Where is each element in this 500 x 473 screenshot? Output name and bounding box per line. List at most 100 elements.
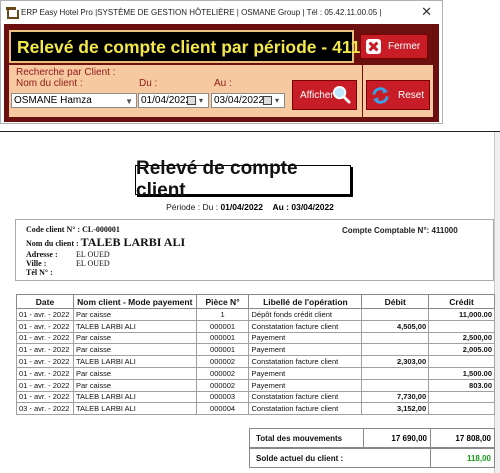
cell-credit <box>428 402 495 416</box>
cell-piece: 000001 <box>195 319 250 333</box>
cell-piece: 000001 <box>195 343 250 357</box>
client-name-line: Nom du client : TALEB LARBI ALI <box>26 235 185 250</box>
table-row: 01 - avr. - 2022 TALEB LARBI ALI 000003 … <box>16 390 495 404</box>
table-row: 01 - avr. - 2022 TALEB LARBI ALI 000002 … <box>16 355 495 368</box>
title-bar: ERP Easy Hotel Pro |SYSTÈME DE GESTION H… <box>1 1 442 23</box>
compte-comptable: Compte Comptable N°: 411000 <box>342 226 458 235</box>
table-row: 01 - avr. - 2022 Par caisse 000002 Payem… <box>16 366 495 380</box>
cell-nom: Par caisse <box>72 378 197 392</box>
cell-date: 01 - avr. - 2022 <box>16 378 74 392</box>
du-date-picker[interactable]: 01/04/2022 <box>138 93 209 108</box>
reset-button[interactable]: Reset <box>366 80 430 110</box>
banner-title: Relevé de compte client par période - 41… <box>17 37 390 57</box>
col-date: Date <box>16 294 74 309</box>
afficher-button[interactable]: Afficher <box>292 80 357 110</box>
cell-libelle: Constatation facture client <box>248 390 363 404</box>
chevron-down-icon[interactable]: ▼ <box>125 95 133 108</box>
table-row: 01 - avr. - 2022 Par caisse 000001 Payem… <box>16 331 495 345</box>
cell-libelle: Payement <box>248 343 363 357</box>
movements-table: Date Nom client - Mode payement Pièce N°… <box>16 294 495 416</box>
au-date-picker[interactable]: 03/04/2022 <box>211 93 285 108</box>
client-label: Nom du client : <box>16 78 83 89</box>
search-panel: Recherche par Client : Nom du client : D… <box>9 65 362 117</box>
cell-date: 01 - avr. - 2022 <box>16 390 74 404</box>
solde-label: Solde actuel du client : <box>256 454 344 463</box>
cell-libelle: Payement <box>248 378 363 392</box>
report-title: Relevé de compte client <box>135 158 351 201</box>
fermer-button[interactable]: Fermer <box>360 34 428 59</box>
client-tel-label: Tél N° : <box>26 268 53 277</box>
client-name-label: Nom du client : <box>26 239 79 248</box>
client-city-label: Ville : <box>26 259 47 268</box>
du-value: 01/04/2022 <box>141 95 192 106</box>
total-mouvements-label: Total des mouvements <box>256 434 343 443</box>
solde-row: Solde actuel du client : 118,00 <box>249 448 495 468</box>
table-row: 01 - avr. - 2022 Par caisse 000001 Payem… <box>16 343 495 357</box>
cell-debit: 2,303,00 <box>361 355 430 368</box>
cell-libelle: Constatation facture client <box>248 402 363 416</box>
client-code: CL-000001 <box>82 225 120 234</box>
cell-date: 03 - avr. - 2022 <box>16 402 74 416</box>
cell-date: 01 - avr. - 2022 <box>16 319 74 333</box>
table-row: 01 - avr. - 2022 Par caisse 1 Dépôt fond… <box>16 308 495 321</box>
cell-date: 01 - avr. - 2022 <box>16 331 74 345</box>
cell-nom: TALEB LARBI ALI <box>72 402 197 416</box>
client-info-box: Code client N° : CL-000001 Nom du client… <box>15 219 494 281</box>
table-row: 03 - avr. - 2022 TALEB LARBI ALI 000004 … <box>16 402 495 416</box>
cell-nom: TALEB LARBI ALI <box>72 319 197 333</box>
cell-credit <box>428 390 495 404</box>
close-icon[interactable]: ✕ <box>421 4 432 20</box>
col-debit: Débit <box>361 294 430 309</box>
filter-dialog: ERP Easy Hotel Pro |SYSTÈME DE GESTION H… <box>0 0 443 124</box>
periode-du: 01/04/2022 <box>220 202 263 212</box>
client-address-label: Adresse : <box>26 250 58 259</box>
cell-debit <box>361 366 430 380</box>
cell-piece: 000003 <box>195 390 250 404</box>
table-row: 01 - avr. - 2022 Par caisse 000002 Payem… <box>16 378 495 392</box>
cell-nom: Par caisse <box>72 366 197 380</box>
solde-value: 118,00 <box>430 449 494 467</box>
cell-credit: 803.00 <box>428 378 495 392</box>
report-viewer: Relevé de compte client Période : Du : 0… <box>0 131 500 473</box>
client-value: OSMANE Hamza <box>14 95 92 106</box>
cell-credit <box>428 355 495 368</box>
cell-debit: 4,505,00 <box>361 319 430 333</box>
cell-nom: TALEB LARBI ALI <box>72 355 197 368</box>
cell-piece: 000004 <box>195 402 250 416</box>
cell-date: 01 - avr. - 2022 <box>16 355 74 368</box>
periode-au: 03/04/2022 <box>291 202 334 212</box>
periode-au-label: Au : <box>272 202 289 212</box>
reset-label: Reset <box>398 89 425 101</box>
close-icon <box>366 39 381 54</box>
cell-debit <box>361 343 430 357</box>
refresh-icon <box>372 86 389 104</box>
client-select[interactable]: OSMANE Hamza ▼ <box>11 93 137 108</box>
cell-debit <box>361 308 430 321</box>
cell-piece: 000002 <box>195 355 250 368</box>
client-tel-line: Tél N° : <box>26 268 53 277</box>
client-code-line: Code client N° : CL-000001 <box>26 225 120 234</box>
du-label: Du : <box>139 78 158 89</box>
cell-credit: 1,500.00 <box>428 366 495 380</box>
table-row: 01 - avr. - 2022 TALEB LARBI ALI 000001 … <box>16 319 495 333</box>
total-debit: 17 690,00 <box>363 429 430 447</box>
cell-nom: Par caisse <box>72 308 197 321</box>
col-nom: Nom client - Mode payement <box>72 294 197 309</box>
cell-libelle: Payement <box>248 331 363 345</box>
calendar-icon[interactable] <box>187 94 203 107</box>
cell-credit: 2,500,00 <box>428 331 495 345</box>
cell-debit <box>361 331 430 345</box>
compte-label: Compte Comptable N°: <box>342 226 430 235</box>
cell-date: 01 - avr. - 2022 <box>16 308 74 321</box>
cell-debit: 7,730,00 <box>361 390 430 404</box>
compte-value: 411000 <box>431 226 458 235</box>
cell-piece: 000001 <box>195 331 250 345</box>
cell-debit <box>361 378 430 392</box>
report-period: Période : Du : 01/04/2022 Au : 03/04/202… <box>0 202 500 212</box>
cell-nom: Par caisse <box>72 331 197 345</box>
cell-libelle: Constatation facture client <box>248 355 363 368</box>
table-header: Date Nom client - Mode payement Pièce N°… <box>16 294 495 309</box>
calendar-icon[interactable] <box>263 94 279 107</box>
cell-piece: 000002 <box>195 366 250 380</box>
fermer-label: Fermer <box>388 41 421 52</box>
